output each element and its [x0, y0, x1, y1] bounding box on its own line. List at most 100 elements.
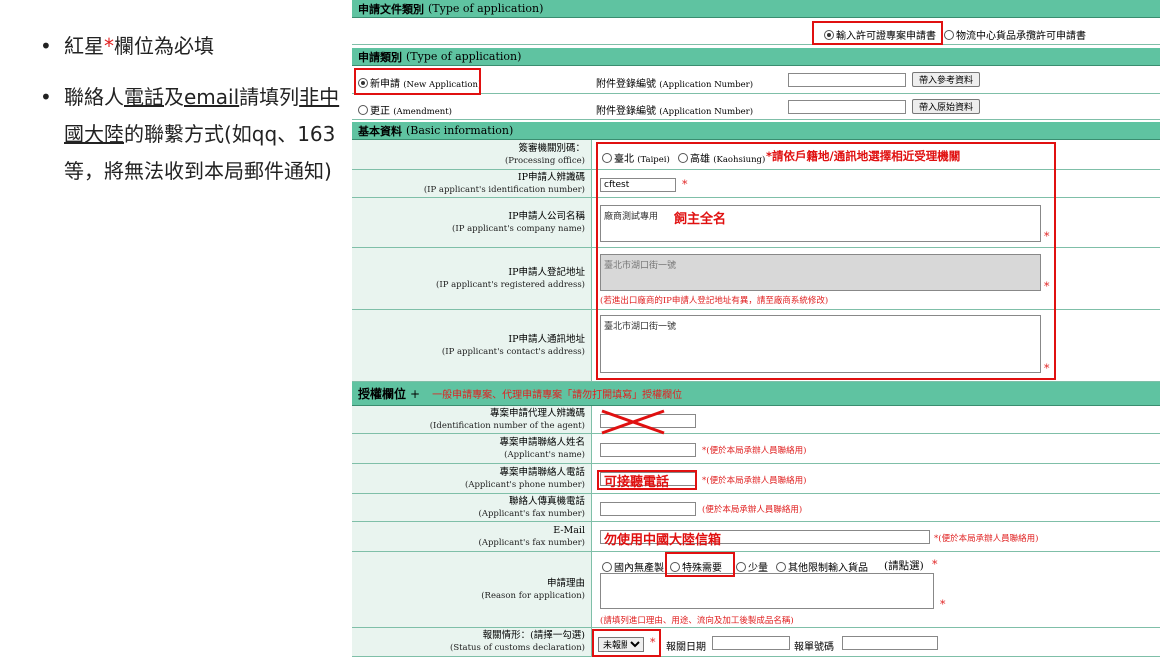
section-auth: 授權欄位 + 一般申請專案、代理申請專案「請勿打開填寫」授權欄位	[352, 382, 1160, 406]
label-en: (Reason for application)	[481, 590, 585, 601]
section-title-en: (Basic information)	[406, 124, 514, 137]
reason-textarea[interactable]	[600, 573, 934, 609]
note-text: 欄位為必填	[114, 34, 214, 58]
contact-address-label: IP申請人通訊地址 (IP applicant's contact's addr…	[352, 310, 592, 381]
radio-amendment[interactable]: 更正 (Amendment)	[358, 102, 452, 117]
label-text: E-Mail	[553, 524, 585, 536]
label-en: (Status of customs declaration)	[450, 643, 585, 653]
load-original-button[interactable]: 帶入原始資料	[912, 99, 981, 114]
label-text: 申請理由	[546, 577, 585, 589]
bullet-dot: •	[40, 34, 52, 58]
section-title: 授權欄位	[358, 387, 407, 401]
label-text: 附件登錄編號	[596, 79, 656, 90]
section-basic-info: 基本資料 (Basic information)	[352, 122, 1160, 140]
radio-other-restricted[interactable]: 其他限制輸入貨品	[776, 559, 868, 574]
contact-phone-label: 專案申請聯絡人電話 (Applicant's phone number)	[352, 464, 592, 493]
radio-logistics-permit[interactable]: 物流中心貨品承攬許可申請書	[944, 27, 1086, 42]
instruction-notes: • 紅星*欄位為必填 • 聯絡人電話及email請填列非中國大陸的聯繫方式(如q…	[36, 28, 346, 204]
highlight-box	[812, 21, 943, 45]
label-en: (IP applicant's identification number)	[423, 184, 585, 195]
radio-icon	[358, 105, 368, 115]
expand-toggle[interactable]: +	[410, 387, 420, 401]
label-en: (Applicant's name)	[504, 449, 585, 460]
ip-id-label: IP申請人辨識碼 (IP applicant's identification …	[352, 170, 592, 197]
label-en: (IP applicant's company name)	[452, 223, 585, 234]
section-title: 申請類別	[358, 50, 402, 64]
label-en: (IP applicant's contact's address)	[441, 346, 585, 357]
attach-label: 附件登錄編號 (Application Number)	[596, 102, 753, 117]
cross-out-mark	[601, 409, 665, 435]
radio-label: 物流中心貨品承攬許可申請書	[956, 31, 1086, 42]
reason-row: 申請理由 (Reason for application) 國內無產製 特殊需要…	[352, 552, 1160, 628]
reason-label: 申請理由 (Reason for application)	[352, 552, 592, 627]
note-underlined: email	[184, 85, 240, 109]
highlight-box	[665, 552, 735, 577]
email-label: E-Mail (Applicant's fax number)	[352, 522, 592, 551]
attach-number-input[interactable]	[788, 73, 906, 87]
office-label: 簽審機關別碼： (Processing office)	[352, 140, 592, 169]
app-type-amend-row: 更正 (Amendment) 附件登錄編號 (Application Numbe…	[352, 94, 1160, 120]
fax-input[interactable]	[600, 502, 696, 516]
fax-hint: (便於本局承辦人員聯絡用)	[702, 505, 803, 515]
reason-select-hint: (請點選)	[884, 560, 924, 572]
reason-hint: (請填列進口理由、用途、流向及加工後製成品名稱)	[600, 616, 794, 626]
radio-icon	[602, 562, 612, 572]
highlight-box	[596, 142, 1056, 380]
label-en: (Applicant's fax number)	[478, 508, 585, 519]
customs-number-input[interactable]	[842, 636, 938, 650]
section-doc-type: 申請文件類別 (Type of application)	[352, 0, 1160, 18]
customs-label: 報關情形：(請擇一勾選) (Status of customs declarat…	[352, 628, 592, 656]
email-annotation: 勿使用中國大陸信箱	[604, 533, 722, 548]
customs-date-label: 報關日期	[666, 642, 706, 653]
label-en: (Application Number)	[659, 107, 754, 117]
highlight-box	[592, 629, 661, 657]
label-en: (Application Number)	[659, 80, 754, 90]
attach-number-input-2[interactable]	[788, 100, 906, 114]
required-star: *	[940, 598, 946, 611]
agent-row: 專案申請代理人辨識碼 (Identification number of the…	[352, 406, 1160, 435]
contact-name-label: 專案申請聯絡人姓名 (Applicant's name)	[352, 434, 592, 463]
radio-icon	[944, 30, 954, 40]
section-title-en: (Type of application)	[406, 50, 522, 63]
contact-name-hint: *(便於本局承辦人員聯絡用)	[702, 446, 807, 456]
label-text: 專案申請代理人辨識碼	[489, 407, 585, 419]
bullet-dot: •	[40, 85, 52, 109]
radio-small-quantity[interactable]: 少量	[736, 559, 768, 574]
note-text: 聯絡人	[64, 85, 124, 109]
radio-label-en: (Amendment)	[393, 107, 452, 117]
label-text: IP申請人辨識碼	[517, 171, 585, 183]
fax-row: 聯絡人傳真機電話 (Applicant's fax number) (便於本局承…	[352, 494, 1160, 522]
radio-no-domestic[interactable]: 國內無產製	[602, 559, 664, 574]
auth-note: 一般申請專案、代理申請專案「請勿打開填寫」授權欄位	[432, 390, 683, 401]
radio-icon	[776, 562, 786, 572]
section-app-type: 申請類別 (Type of application)	[352, 48, 1160, 66]
doc-type-row: 輸入許可證專案申請書 物流中心貨品承攬許可申請書	[352, 18, 1160, 45]
label-text: IP申請人通訊地址	[508, 333, 585, 345]
section-title-en: (Type of application)	[428, 2, 544, 15]
contact-phone-row: 專案申請聯絡人電話 (Applicant's phone number) 可接聽…	[352, 464, 1160, 494]
highlight-box	[597, 470, 697, 490]
label-en: (Applicant's fax number)	[478, 537, 585, 548]
contact-phone-hint: *(便於本局承辦人員聯絡用)	[702, 476, 807, 486]
label-en: (Processing office)	[504, 155, 585, 166]
application-form: 申請文件類別 (Type of application) 輸入許可證專案申請書 …	[352, 0, 1160, 657]
email-hint: *(便於本局承辦人員聯絡用)	[934, 534, 1039, 544]
label-text: 專案申請聯絡人姓名	[499, 436, 585, 448]
label-text: IP申請人登記地址	[508, 266, 585, 278]
label-text: 附件登錄編號	[596, 106, 656, 117]
customs-date-input[interactable]	[712, 636, 790, 650]
label-text: 報關情形：(請擇一勾選)	[482, 630, 585, 641]
label-en: (IP applicant's registered address)	[436, 279, 585, 290]
registered-address-label: IP申請人登記地址 (IP applicant's registered add…	[352, 248, 592, 309]
contact-name-row: 專案申請聯絡人姓名 (Applicant's name) *(便於本局承辦人員聯…	[352, 434, 1160, 464]
contact-name-input[interactable]	[600, 443, 696, 457]
customs-row: 報關情形：(請擇一勾選) (Status of customs declarat…	[352, 628, 1160, 657]
label-en: (Applicant's phone number)	[465, 479, 585, 490]
label-text: 簽審機關別碼：	[518, 142, 585, 154]
note-text: 及	[164, 85, 184, 109]
agent-label: 專案申請代理人辨識碼 (Identification number of the…	[352, 406, 592, 433]
load-reference-button[interactable]: 帶入參考資料	[912, 72, 981, 87]
highlight-box	[354, 68, 481, 95]
label-text: 聯絡人傳真機電話	[508, 495, 585, 507]
company-label: IP申請人公司名稱 (IP applicant's company name)	[352, 198, 592, 247]
